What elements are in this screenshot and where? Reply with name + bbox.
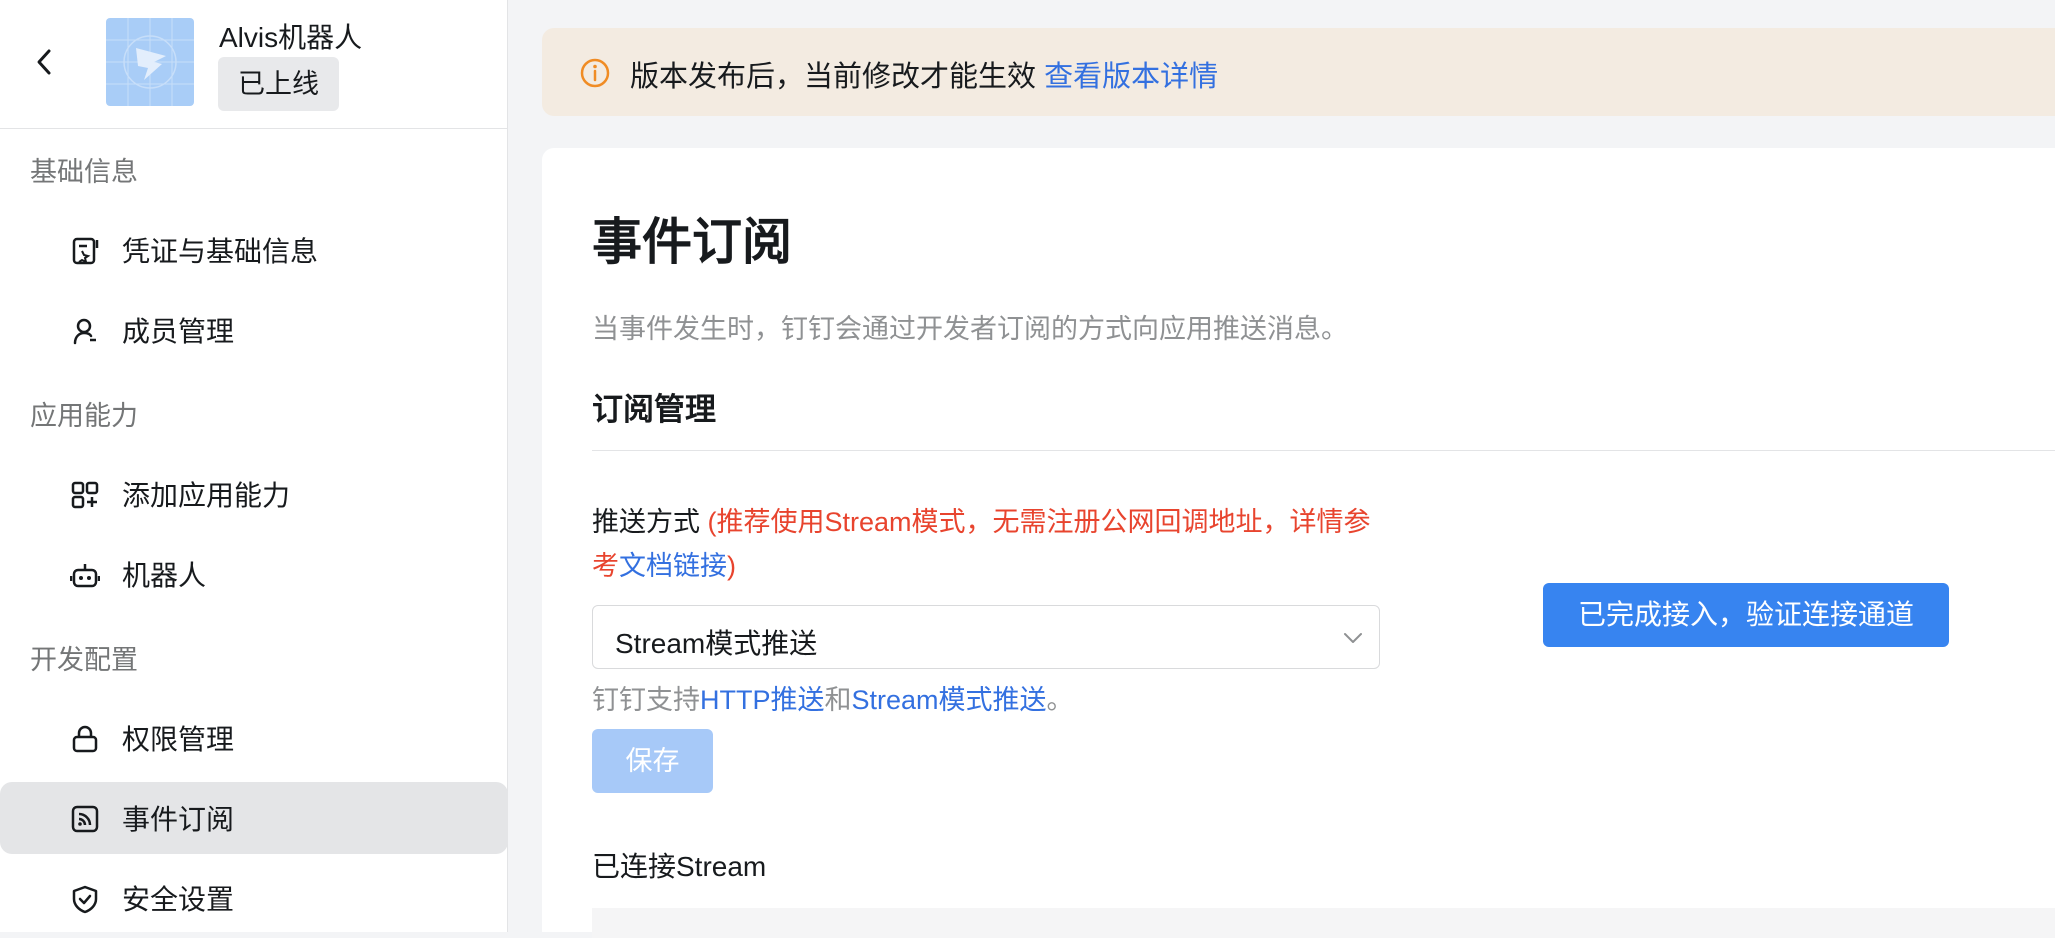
stream-push-link[interactable]: Stream模式推送: [852, 685, 1047, 715]
sidebar-item-label: 成员管理: [122, 316, 235, 347]
sidebar-item-security[interactable]: 安全设置: [0, 862, 508, 934]
recommend-hint-end: ): [727, 551, 736, 581]
notice-text: 版本发布后，当前修改才能生效 查看版本详情: [630, 53, 1218, 95]
back-button[interactable]: [28, 46, 60, 78]
app-name: Alvis机器人: [219, 22, 363, 53]
support-prefix: 钉钉支持: [592, 685, 700, 715]
page-title: 事件订阅: [592, 214, 792, 270]
sidebar-item-credentials[interactable]: 凭证与基础信息: [0, 214, 508, 286]
section-title: 订阅管理: [592, 392, 716, 427]
nav-group-title: 开发配置: [30, 645, 138, 675]
sidebar: Alvis机器人 已上线 基础信息 凭证与基础信息 成员管理 应用能力 添加应用…: [0, 0, 508, 932]
push-method-select[interactable]: Stream模式推送: [592, 605, 1380, 669]
chevron-left-icon: [37, 49, 51, 75]
status-badge: 已上线: [218, 57, 339, 111]
select-value: Stream模式推送: [615, 628, 818, 659]
sidebar-item-robot[interactable]: 机器人: [0, 538, 508, 610]
sidebar-item-label: 机器人: [122, 560, 207, 591]
save-button[interactable]: 保存: [592, 729, 713, 793]
http-push-link[interactable]: HTTP推送: [700, 685, 825, 715]
sidebar-item-label: 安全设置: [122, 884, 235, 915]
view-version-details-link[interactable]: 查看版本详情: [1044, 61, 1218, 93]
user-icon: [73, 318, 96, 345]
sidebar-item-label: 事件订阅: [122, 804, 235, 835]
sidebar-item-label: 凭证与基础信息: [122, 236, 319, 267]
main-content: 版本发布后，当前修改才能生效 查看版本详情 事件订阅 当事件发生时，钉钉会通过开…: [509, 0, 2055, 938]
support-suffix: 。: [1046, 685, 1074, 715]
sidebar-item-add-capability[interactable]: 添加应用能力: [0, 458, 508, 530]
info-icon: [580, 58, 610, 88]
page-description: 当事件发生时，钉钉会通过开发者订阅的方式向应用推送消息。: [592, 314, 1348, 344]
sidebar-item-event-subscription[interactable]: 事件订阅: [0, 782, 508, 854]
shield-icon: [72, 885, 98, 914]
connected-stream-panel: [592, 908, 2055, 938]
sidebar-item-permissions[interactable]: 权限管理: [0, 702, 508, 774]
field-label-text: 推送方式: [592, 507, 700, 537]
app-avatar: [106, 18, 194, 106]
verify-connection-button[interactable]: 已完成接入，验证连接通道: [1543, 583, 1949, 647]
support-mid: 和: [824, 685, 852, 715]
notice-message: 版本发布后，当前修改才能生效: [630, 61, 1037, 93]
version-notice: 版本发布后，当前修改才能生效 查看版本详情: [542, 28, 2055, 116]
chevron-down-icon: [1344, 633, 1362, 643]
grid-add-icon: [71, 481, 99, 509]
dingtalk-logo-icon: [106, 18, 194, 106]
support-text: 钉钉支持HTTP推送和Stream模式推送。: [592, 678, 1074, 717]
nav-group-title: 应用能力: [30, 401, 138, 431]
sidebar-item-label: 添加应用能力: [122, 480, 291, 511]
lock-icon: [72, 725, 98, 753]
push-method-label: 推送方式 (推荐使用Stream模式，无需注册公网回调地址，详情参考文档链接): [592, 500, 1392, 588]
app-header: Alvis机器人 已上线: [0, 0, 508, 129]
rss-icon: [71, 805, 99, 833]
doc-link[interactable]: 文档链接: [619, 551, 727, 581]
sidebar-item-label: 权限管理: [122, 724, 235, 755]
robot-icon: [70, 564, 100, 588]
document-icon: [72, 237, 99, 265]
sidebar-item-members[interactable]: 成员管理: [0, 294, 508, 366]
nav-group-title: 基础信息: [30, 157, 138, 187]
event-subscription-card: 事件订阅 当事件发生时，钉钉会通过开发者订阅的方式向应用推送消息。 订阅管理 推…: [542, 148, 2055, 938]
connected-stream-title: 已连接Stream: [592, 851, 767, 882]
divider: [592, 450, 2055, 451]
